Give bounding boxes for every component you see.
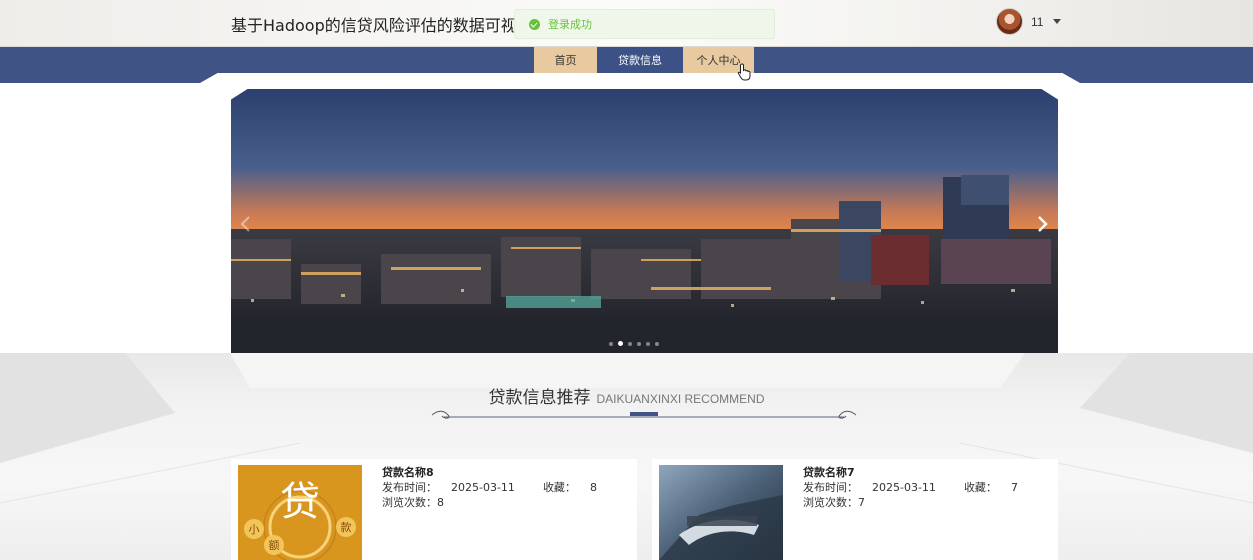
city-skyline-image [231,89,1058,353]
carousel-dot-active[interactable] [618,341,623,346]
views-row: 浏览次数：7 [803,495,1046,510]
user-menu[interactable]: 11 [996,8,1062,35]
loan-card[interactable]: 贷款名称7 发布时间： 2025-03-11 收藏： 7 浏览次数：7 [652,459,1058,560]
publish-label: 发布时间： [382,481,437,494]
carousel-dot[interactable] [609,341,613,346]
carousel-dot[interactable] [637,341,641,346]
top-header: 基于Hadoop的信贷风险评估的数据可视化 登录成功 11 [0,0,1253,47]
loan-meta: 发布时间： 2025-03-11 收藏： 8 [382,480,625,495]
favorite-label: 收藏： [542,481,576,494]
loan-card-info: 贷款名称8 发布时间： 2025-03-11 收藏： 8 浏览次数：8 [382,465,625,510]
carousel-dot[interactable] [655,341,659,346]
main-nav: 首页 贷款信息 个人中心 [534,47,754,73]
carousel-dot[interactable] [646,341,650,346]
carousel-indicators [609,341,659,346]
username[interactable]: 11 [1031,15,1043,29]
publish-label: 发布时间： [803,481,858,494]
carousel-next-icon[interactable] [1034,214,1050,234]
caret-down-icon[interactable] [1053,19,1062,24]
site-title: 基于Hadoop的信贷风险评估的数据可视化 [231,16,533,35]
card-image-char-1: 小 [249,523,260,536]
avatar[interactable] [996,8,1023,35]
hand-cursor-icon [737,63,751,81]
favorite-count: 7 [1010,481,1018,494]
section-title-cn: 贷款信息推荐 [488,388,591,408]
loan-card[interactable]: 贷 小 额 款 贷款名称8 发布时间： 2025-03-11 收藏： 8 浏览次数：8 [231,459,637,560]
views-row: 浏览次数：8 [382,495,625,510]
card-image-char-2: 额 [269,539,280,552]
loan-name[interactable]: 贷款名称7 [803,465,1046,480]
section-divider [431,410,857,419]
card-image-char-3: 款 [341,520,352,534]
views-count: 7 [858,496,865,509]
publish-date: 2025-03-11 [451,481,515,494]
loan-card-image[interactable]: 贷 小 额 款 [238,465,362,560]
loan-name[interactable]: 贷款名称8 [382,465,625,480]
nav-home[interactable]: 首页 [534,47,597,73]
publish-date: 2025-03-11 [872,481,936,494]
content-top-edge [200,73,1080,83]
views-label: 浏览次数： [803,496,858,509]
views-label: 浏览次数： [382,496,437,509]
favorite-label: 收藏： [963,481,997,494]
login-success-toast: 登录成功 [514,9,775,39]
carousel-prev-icon[interactable] [238,214,254,234]
nav-loan-info[interactable]: 贷款信息 [597,47,683,73]
loan-meta: 发布时间： 2025-03-11 收藏： 7 [803,480,1046,495]
toast-message: 登录成功 [548,18,592,31]
hero-carousel[interactable] [231,89,1058,353]
loan-card-info: 贷款名称7 发布时间： 2025-03-11 收藏： 7 浏览次数：7 [803,465,1046,510]
check-circle-icon [529,18,540,30]
carousel-dot[interactable] [628,341,632,346]
section-title-en: DAIKUANXINXI RECOMMEND [596,392,765,406]
section-title: 贷款信息推荐 DAIKUANXINXI RECOMMEND [0,383,1253,408]
views-count: 8 [437,496,444,509]
favorite-count: 8 [589,481,597,494]
card-image-big-char: 贷 [280,479,320,525]
loan-card-image[interactable] [659,465,783,560]
